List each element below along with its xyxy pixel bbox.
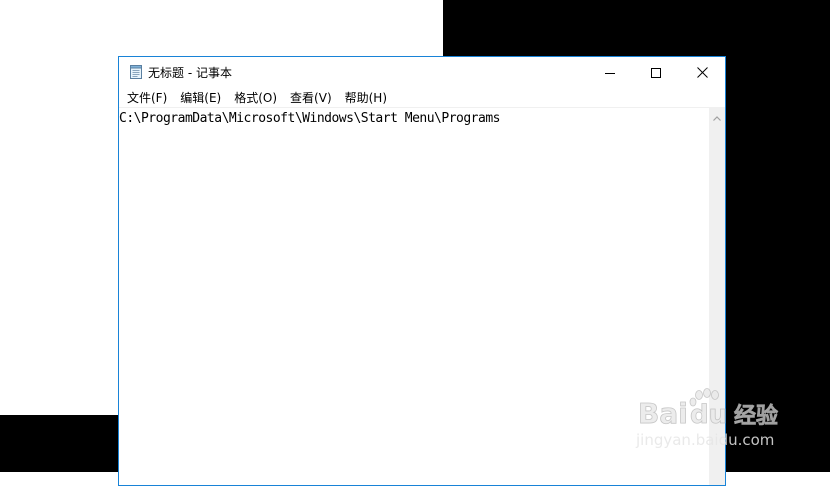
close-icon (696, 63, 708, 82)
baidu-jingyan-watermark: Bai du 经验 jingyan.baidu.com (636, 385, 796, 460)
menu-edit[interactable]: 编辑(E) (175, 87, 226, 108)
text-editor[interactable]: C:\ProgramData\Microsoft\Windows\Start M… (119, 107, 709, 485)
maximize-button[interactable] (633, 57, 679, 87)
close-button[interactable] (679, 57, 725, 87)
notepad-window: 无标题 - 记事本 文件(F) 编辑(E) 格式(O) 查看(V) 帮助(H) (118, 56, 726, 486)
svg-text:Bai: Bai (638, 397, 688, 430)
menu-bar: 文件(F) 编辑(E) 格式(O) 查看(V) 帮助(H) (119, 87, 725, 107)
menu-format[interactable]: 格式(O) (229, 87, 282, 108)
window-title: 无标题 - 记事本 (148, 66, 232, 80)
menu-file[interactable]: 文件(F) (122, 87, 172, 108)
scroll-up-button[interactable] (709, 107, 725, 124)
menu-help[interactable]: 帮助(H) (340, 87, 392, 108)
maximize-icon (651, 63, 661, 82)
minimize-icon (605, 63, 615, 82)
baidu-jingyan-logo-icon: Bai du 经验 (638, 388, 778, 430)
svg-text:du: du (690, 400, 727, 430)
editor-content[interactable]: C:\ProgramData\Microsoft\Windows\Start M… (119, 111, 501, 126)
minimize-button[interactable] (587, 57, 633, 87)
watermark-url: jingyan.baidu.com (636, 431, 775, 449)
notepad-icon (128, 64, 144, 80)
scroll-up-arrow-icon (713, 106, 721, 125)
menu-view[interactable]: 查看(V) (285, 87, 337, 108)
title-bar[interactable]: 无标题 - 记事本 (119, 57, 725, 87)
svg-text:经验: 经验 (734, 403, 778, 429)
